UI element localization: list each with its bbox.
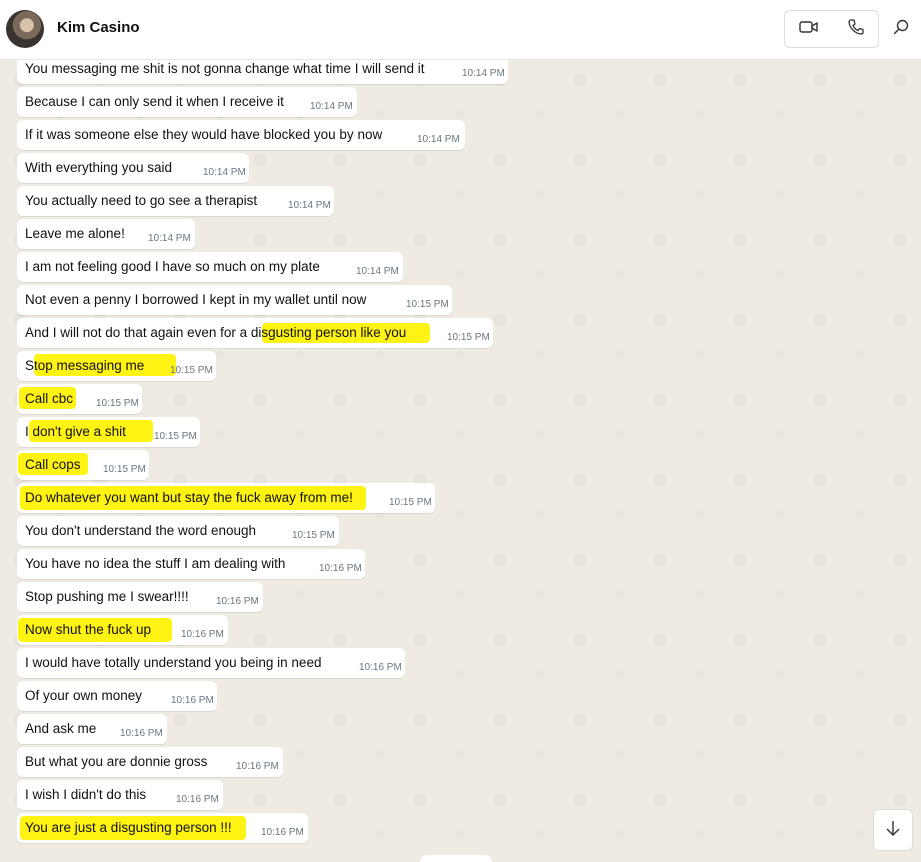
message-text: Not even a penny I borrowed I kept in my… xyxy=(25,292,367,307)
message-text: Stop messaging me xyxy=(25,358,145,373)
message-text: Because I can only send it when I receiv… xyxy=(25,94,284,109)
message-time: 10:15 PM xyxy=(103,464,146,475)
call-button-group xyxy=(784,10,879,48)
message-time: 10:16 PM xyxy=(176,794,219,805)
message-bubble[interactable]: You messaging me shit is not gonna chang… xyxy=(17,60,508,84)
message-time: 10:16 PM xyxy=(261,827,304,838)
message-bubble[interactable]: If it was someone else they would have b… xyxy=(17,120,465,150)
message-bubble[interactable]: I don't give a shit 10:15 PM xyxy=(17,417,200,447)
message-bubble[interactable]: Leave me alone! 10:14 PM xyxy=(17,219,195,249)
message-time: 10:16 PM xyxy=(181,629,224,640)
message-bubble[interactable]: But what you are donnie gross 10:16 PM xyxy=(17,747,283,777)
message-time: 10:15 PM xyxy=(389,497,432,508)
message-text: I am not feeling good I have so much on … xyxy=(25,259,320,274)
message-text: With everything you said xyxy=(25,160,173,175)
message-bubble[interactable]: I am not feeling good I have so much on … xyxy=(17,252,403,282)
message-bubble[interactable]: You actually need to go see a therapist … xyxy=(17,186,334,216)
message-time: 10:16 PM xyxy=(359,662,402,673)
message-time: 10:15 PM xyxy=(406,299,449,310)
phone-icon xyxy=(847,18,865,41)
message-bubble[interactable]: Stop pushing me I swear!!!! 10:16 PM xyxy=(17,582,263,612)
scroll-to-bottom-button[interactable] xyxy=(873,809,913,851)
message-text: You have no idea the stuff I am dealing … xyxy=(25,556,286,571)
message-text: I don't give a shit xyxy=(25,424,126,439)
message-bubble[interactable]: You are just a disgusting person !!! 10:… xyxy=(17,813,308,843)
message-bubble[interactable]: Stop messaging me 10:15 PM xyxy=(17,351,216,381)
message-bubble[interactable]: You don't understand the word enough 10:… xyxy=(17,516,339,546)
chat-area[interactable]: You messaging me shit is not gonna chang… xyxy=(0,60,921,862)
message-text: Stop pushing me I swear!!!! xyxy=(25,589,189,604)
message-time: 10:14 PM xyxy=(203,167,246,178)
message-time: 10:15 PM xyxy=(170,365,213,376)
contact-name[interactable]: Kim Casino xyxy=(57,19,140,36)
message-time: 10:16 PM xyxy=(236,761,279,772)
message-bubble[interactable]: Of your own money 10:16 PM xyxy=(17,681,217,711)
search-icon xyxy=(892,19,910,40)
message-text: You actually need to go see a therapist xyxy=(25,193,258,208)
message-text: Call cbc xyxy=(25,391,74,406)
message-bubble[interactable]: And ask me 10:16 PM xyxy=(17,714,167,744)
message-text: Do whatever you want but stay the fuck a… xyxy=(25,490,353,505)
message-bubble[interactable]: Not even a penny I borrowed I kept in my… xyxy=(17,285,452,315)
message-text: Now shut the fuck up xyxy=(25,622,152,637)
message-text: And ask me xyxy=(25,721,97,736)
message-text: You don't understand the word enough xyxy=(25,523,257,538)
avatar[interactable] xyxy=(6,10,44,48)
message-text: But what you are donnie gross xyxy=(25,754,208,769)
message-bubble[interactable]: Now shut the fuck up 10:16 PM xyxy=(17,615,228,645)
chat-header: Kim Casino xyxy=(0,0,921,60)
message-bubble[interactable]: And I will not do that again even for a … xyxy=(17,318,493,348)
message-bubble[interactable]: You have no idea the stuff I am dealing … xyxy=(17,549,365,579)
message-text: I would have totally understand you bein… xyxy=(25,655,322,670)
message-text: You are just a disgusting person !!! xyxy=(25,820,232,835)
message-bubble[interactable]: I would have totally understand you bein… xyxy=(17,648,405,678)
message-text: I wish I didn't do this xyxy=(25,787,147,802)
message-bubble[interactable]: Do whatever you want but stay the fuck a… xyxy=(17,483,435,513)
message-time: 10:14 PM xyxy=(356,266,399,277)
message-time: 10:14 PM xyxy=(288,200,331,211)
message-time: 10:16 PM xyxy=(216,596,259,607)
message-time: 10:16 PM xyxy=(120,728,163,739)
message-time: 10:16 PM xyxy=(171,695,214,706)
date-separator xyxy=(420,855,492,862)
message-time: 10:15 PM xyxy=(292,530,335,541)
message-bubble[interactable]: Because I can only send it when I receiv… xyxy=(17,87,357,117)
message-time: 10:14 PM xyxy=(310,101,353,112)
message-text: You messaging me shit is not gonna chang… xyxy=(25,61,425,76)
message-time: 10:15 PM xyxy=(447,332,490,343)
message-time: 10:14 PM xyxy=(462,68,505,79)
message-time: 10:15 PM xyxy=(96,398,139,409)
message-text: Of your own money xyxy=(25,688,143,703)
video-camera-icon xyxy=(798,19,819,40)
message-text: Leave me alone! xyxy=(25,226,125,241)
message-text: And I will not do that again even for a … xyxy=(25,325,407,340)
video-call-button[interactable] xyxy=(785,11,832,47)
message-text: Call cops xyxy=(25,457,81,472)
message-bubble[interactable]: I wish I didn't do this 10:16 PM xyxy=(17,780,223,810)
message-time: 10:15 PM xyxy=(154,431,197,442)
message-time: 10:16 PM xyxy=(319,563,362,574)
message-text: If it was someone else they would have b… xyxy=(25,127,383,142)
voice-call-button[interactable] xyxy=(832,11,879,47)
message-time: 10:14 PM xyxy=(148,233,191,244)
search-button[interactable] xyxy=(892,18,914,40)
message-bubble[interactable]: Call cops 10:15 PM xyxy=(17,450,149,480)
message-bubble[interactable]: With everything you said 10:14 PM xyxy=(17,153,249,183)
arrow-down-icon xyxy=(885,819,901,842)
message-time: 10:14 PM xyxy=(417,134,460,145)
message-bubble[interactable]: Call cbc 10:15 PM xyxy=(17,384,142,414)
